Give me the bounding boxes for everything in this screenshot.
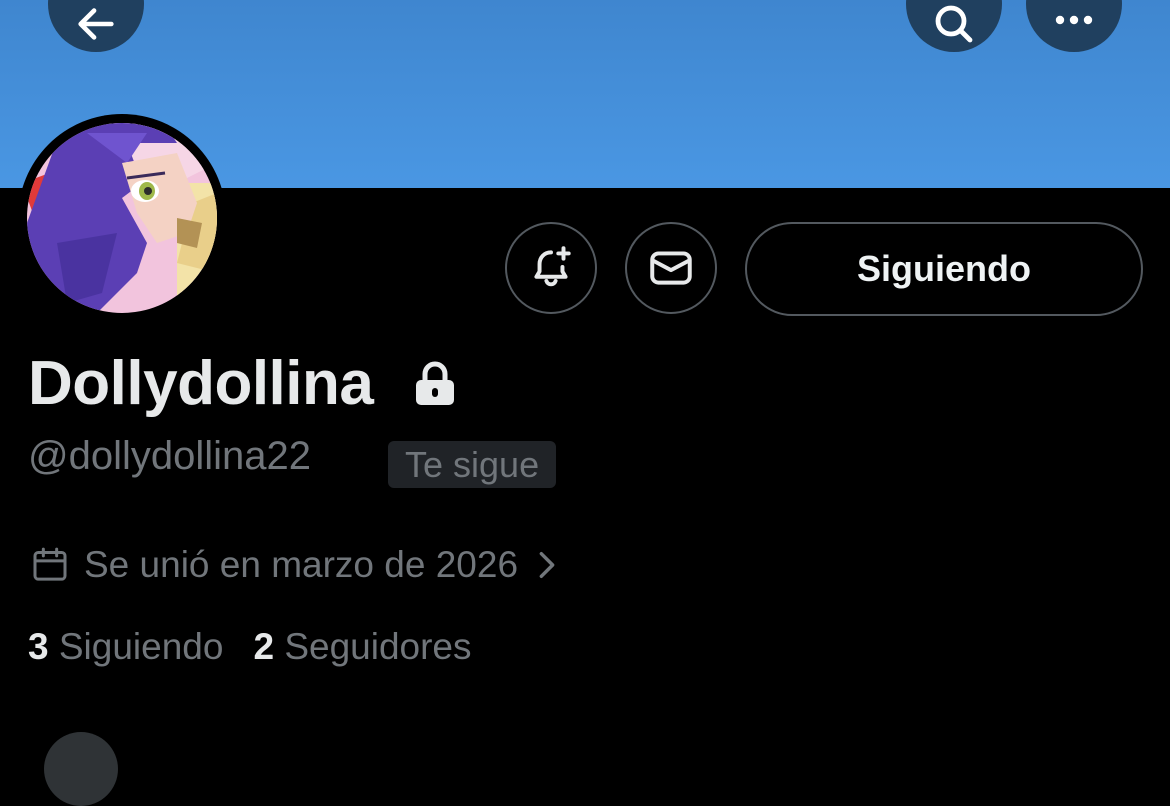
mutual-follower-avatar[interactable] xyxy=(44,732,118,806)
followers-label: Seguidores xyxy=(284,626,472,667)
envelope-icon xyxy=(650,251,692,285)
follows-you-badge: Te sigue xyxy=(388,441,557,488)
following-button[interactable]: Siguiendo xyxy=(745,222,1143,316)
arrow-left-icon xyxy=(78,8,114,40)
calendar-icon xyxy=(33,547,67,581)
more-horizontal-icon xyxy=(1055,15,1093,25)
message-button[interactable] xyxy=(625,222,717,314)
follow-stats: 3 Siguiendo 2 Seguidores xyxy=(28,626,472,668)
notifications-button[interactable] xyxy=(505,222,597,314)
followers-count: 2 xyxy=(253,626,275,667)
avatar-image xyxy=(27,123,217,313)
followers-link[interactable]: 2 Seguidores xyxy=(253,626,471,667)
profile-avatar[interactable] xyxy=(18,114,226,322)
bell-plus-icon xyxy=(534,246,571,287)
user-handle: @dollydollina22 xyxy=(28,434,312,478)
search-icon xyxy=(935,5,973,43)
display-name: Dollydollina xyxy=(28,349,374,418)
following-label: Siguiendo xyxy=(58,626,224,667)
lock-icon xyxy=(416,361,454,405)
joined-date-row[interactable]: Se unió en marzo de 2026 xyxy=(30,540,560,590)
chevron-right-icon xyxy=(539,551,555,579)
following-link[interactable]: 3 Siguiendo xyxy=(28,626,223,667)
joined-date-text: Se unió en marzo de 2026 xyxy=(84,544,519,585)
following-count: 3 xyxy=(28,626,49,667)
